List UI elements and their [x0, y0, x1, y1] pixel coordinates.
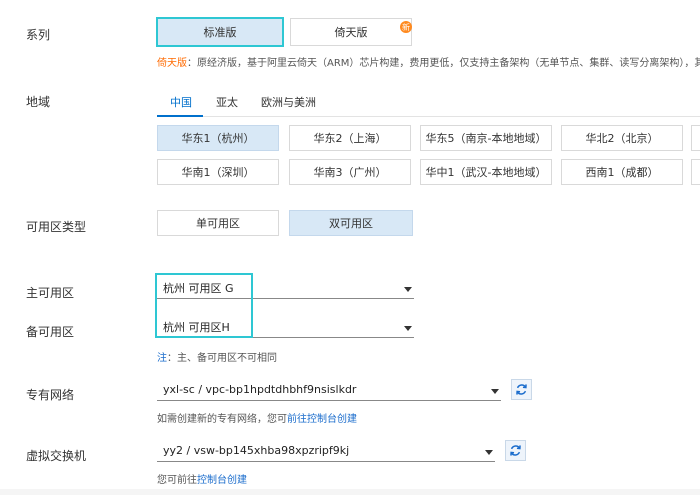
region-wuhan[interactable]: 华中1（武汉-本地地域） [420, 159, 552, 185]
region-beijing[interactable]: 华北2（北京） [561, 125, 683, 151]
vpc-value: yxl-sc / vpc-bp1hpdtdhbhf9nsislkdr [163, 383, 357, 396]
primary-zone-select[interactable]: 杭州 可用区 G [157, 277, 414, 299]
vpc-select[interactable]: yxl-sc / vpc-bp1hpdtdhbhf9nsislkdr [157, 379, 501, 401]
vswitch-create-link[interactable]: 控制台创建 [197, 475, 247, 486]
region-hangzhou[interactable]: 华东1（杭州） [157, 125, 279, 151]
region-overflow-2[interactable] [691, 159, 700, 185]
series-option-standard[interactable]: 标准版 [157, 18, 283, 46]
primary-zone-label: 主可用区 [26, 286, 75, 300]
refresh-icon [510, 445, 521, 456]
vswitch-value: yy2 / vsw-bp145xhba98xpzripf9kj [163, 444, 350, 457]
vpc-label: 专有网络 [26, 388, 75, 402]
vswitch-select[interactable]: yy2 / vsw-bp145xhba98xpzripf9kj [157, 440, 495, 462]
series-label: 系列 [26, 28, 51, 42]
region-label: 地域 [26, 95, 51, 109]
secondary-zone-value: 杭州 可用区H [163, 320, 230, 334]
vswitch-note: 您可前往控制台创建 [157, 471, 247, 486]
series-note-text: ：原经济版，基于阿里云倚天（ARM）芯片构建，费用更低，仅支持主备架构（无单节点… [187, 58, 700, 69]
zone-type-dual[interactable]: 双可用区 [289, 210, 413, 236]
zone-type-label: 可用区类型 [26, 220, 87, 234]
new-badge-icon: 新 [400, 21, 412, 33]
region-guangzhou[interactable]: 华南3（广州） [289, 159, 411, 185]
region-overflow-1[interactable] [691, 125, 700, 151]
zone-note-text: ：主、备可用区不可相同 [167, 353, 277, 364]
series-option-yitian-label: 倚天版 [334, 26, 368, 39]
tab-europe-americas[interactable]: 欧洲与美洲 [261, 94, 316, 110]
tab-divider [157, 116, 700, 117]
vswitch-label: 虚拟交换机 [26, 449, 87, 463]
refresh-icon [516, 384, 527, 395]
chevron-down-icon [485, 450, 493, 455]
chevron-down-icon [491, 389, 499, 394]
zone-note-prefix: 注 [157, 353, 167, 364]
tab-active-indicator [157, 115, 203, 117]
vpc-create-link[interactable]: 前往控制台创建 [287, 414, 357, 425]
series-note: 倚天版：原经济版，基于阿里云倚天（ARM）芯片构建，费用更低，仅支持主备架构（无… [157, 54, 700, 69]
series-option-yitian[interactable]: 倚天版 [290, 18, 412, 46]
zone-note: 注：主、备可用区不可相同 [157, 349, 277, 364]
secondary-zone-select[interactable]: 杭州 可用区H [157, 316, 414, 338]
secondary-zone-label: 备可用区 [26, 325, 75, 339]
region-shanghai[interactable]: 华东2（上海） [289, 125, 411, 151]
vswitch-refresh-button[interactable] [505, 440, 526, 461]
region-shenzhen[interactable]: 华南1（深圳） [157, 159, 279, 185]
tab-china[interactable]: 中国 [170, 94, 192, 110]
primary-zone-value: 杭州 可用区 G [163, 281, 234, 295]
bottom-strip [0, 489, 700, 495]
vpc-refresh-button[interactable] [511, 379, 532, 400]
series-note-prefix: 倚天版 [157, 58, 187, 69]
region-chengdu[interactable]: 西南1（成都） [561, 159, 683, 185]
chevron-down-icon [404, 287, 412, 292]
zone-type-single[interactable]: 单可用区 [157, 210, 279, 236]
region-nanjing[interactable]: 华东5（南京-本地地域） [420, 125, 552, 151]
series-option-standard-label: 标准版 [203, 26, 237, 39]
vswitch-note-text: 您可前往 [157, 475, 197, 486]
vpc-note: 如需创建新的专有网络，您可前往控制台创建 [157, 410, 357, 425]
tab-asia-pacific[interactable]: 亚太 [216, 94, 238, 110]
new-badge-text: 新 [402, 22, 410, 32]
chevron-down-icon [404, 326, 412, 331]
vpc-note-text: 如需创建新的专有网络，您可 [157, 414, 287, 425]
